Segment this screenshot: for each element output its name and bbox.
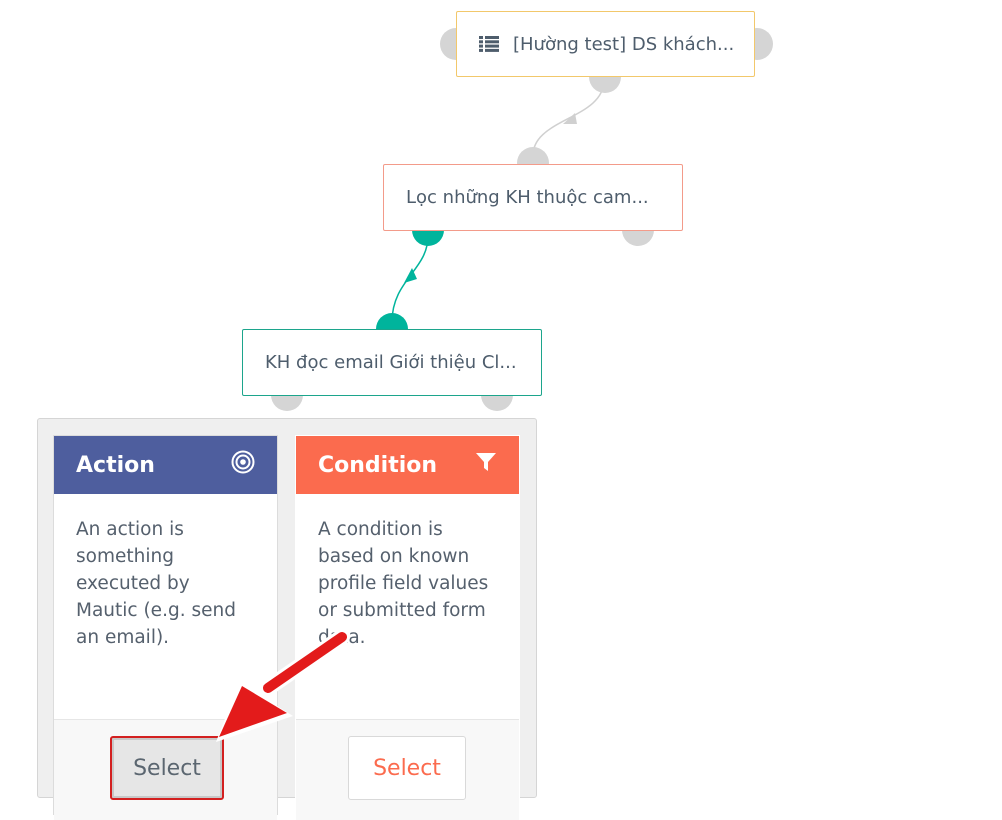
event-type-picker: Action An action is something executed b… bbox=[37, 418, 537, 820]
campaign-builder-canvas: [Hường test] DS khách... Lọc những KH th… bbox=[0, 0, 1002, 820]
source-node-label: [Hường test] DS khách... bbox=[513, 33, 735, 55]
condition-card-description: A condition is based on known profile fi… bbox=[318, 519, 489, 648]
condition-card-header: Condition bbox=[296, 436, 519, 494]
action-select-button[interactable]: Select bbox=[110, 736, 224, 800]
condition-node[interactable]: Lọc những KH thuộc cam... bbox=[383, 164, 683, 231]
action-card-title: Action bbox=[76, 452, 155, 478]
action-card: Action An action is something executed b… bbox=[53, 435, 278, 820]
condition-card-footer: Select bbox=[296, 719, 519, 820]
action-card-description: An action is something executed by Mauti… bbox=[76, 519, 236, 648]
source-node[interactable]: [Hường test] DS khách... bbox=[456, 11, 755, 77]
action-card-footer: Select bbox=[54, 719, 277, 820]
connector-arrow-gray bbox=[563, 113, 577, 124]
target-icon bbox=[231, 450, 255, 480]
condition-node-label: Lọc những KH thuộc cam... bbox=[406, 187, 649, 208]
condition-card-title: Condition bbox=[318, 452, 438, 478]
filter-icon bbox=[475, 451, 497, 479]
condition-card: Condition A condition is based on known … bbox=[295, 435, 520, 820]
decision-node-label: KH đọc email Giới thiệu Cl... bbox=[265, 352, 517, 373]
action-card-header: Action bbox=[54, 436, 277, 494]
list-icon bbox=[479, 36, 499, 52]
decision-node[interactable]: KH đọc email Giới thiệu Cl... bbox=[242, 329, 542, 396]
condition-select-button[interactable]: Select bbox=[348, 736, 466, 800]
